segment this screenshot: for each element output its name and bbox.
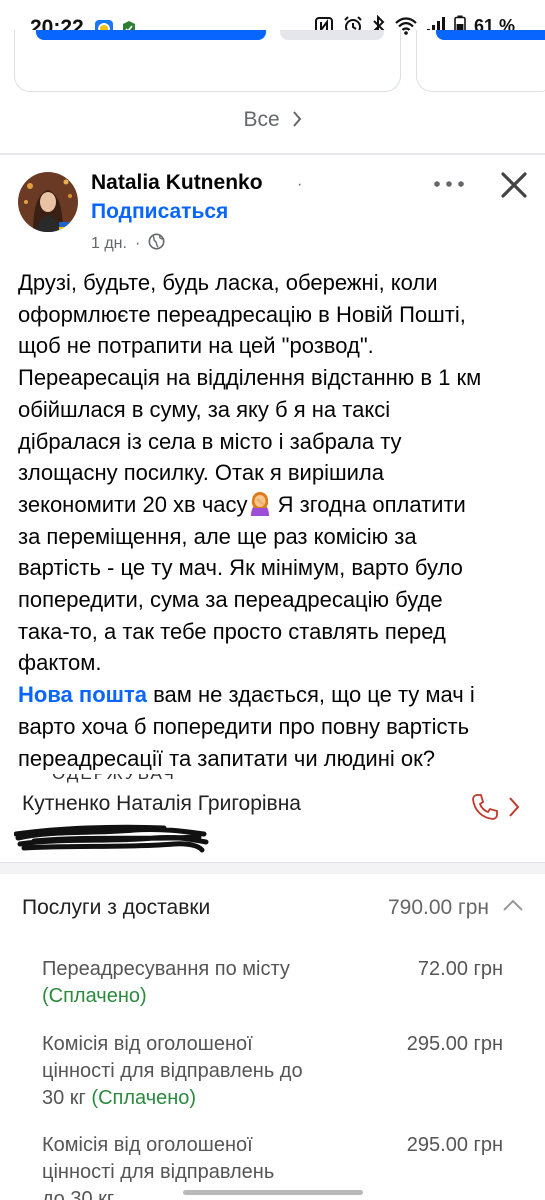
service-name: Переадресування по місту <box>42 958 290 980</box>
post-line: оформлюєте переадресацію в Новій Пошті, <box>18 301 466 327</box>
more-options-icon[interactable] <box>432 172 466 196</box>
post-line: попередити, сума за переадресацію буде <box>18 587 443 613</box>
service-price: 295.00 грн <box>406 1134 503 1156</box>
services-title: Послуги з доставки <box>22 896 211 919</box>
chevron-right-icon <box>292 110 302 134</box>
recipient-label: ОДЕРЖУВАЧ <box>52 770 176 783</box>
recipient-name: Кутненко Наталія Григорівна <box>22 792 301 815</box>
phone-icon <box>470 792 500 827</box>
post-line-part: Я згодна оплатити <box>271 491 466 517</box>
post-line: обійшлася в суму, за яку б я на таксі <box>18 396 391 422</box>
post-line-part: вам не здається, що це ту мач і <box>146 682 475 708</box>
post-time[interactable]: 1 дн. <box>91 235 127 253</box>
section-divider <box>0 862 545 874</box>
avatar[interactable] <box>18 172 78 232</box>
post-line: варто хоча б попередити про повну вартіс… <box>18 713 470 739</box>
next-card-primary-button[interactable] <box>436 30 545 40</box>
post-line: Друзі, будьте, будь ласка, обережні, кол… <box>18 270 438 295</box>
service-price: 295.00 грн <box>406 1033 503 1055</box>
service-name: цінності для відправлень до <box>42 1060 303 1082</box>
feed-divider <box>0 153 545 155</box>
see-all-label: Все <box>243 108 280 131</box>
post-line: фактом. <box>18 650 102 676</box>
service-name-line: 30 кг (Сплачено) <box>42 1085 372 1112</box>
mention-link[interactable]: Нова пошта <box>18 682 147 707</box>
post-line: за переміщення, але ще раз комісію за <box>18 523 417 549</box>
post-line: Нова пошта вам не здається, що це ту мач… <box>18 679 528 711</box>
redacted-phone-scribble <box>13 820 214 861</box>
home-indicator[interactable] <box>183 1190 363 1195</box>
post-meta: 1 дн. · <box>91 233 165 255</box>
post-text: Друзі, будьте, будь ласка, обережні, кол… <box>18 267 528 774</box>
post-line: злощасну посилку. Отак я вирішила <box>18 460 384 486</box>
chevron-up-icon[interactable] <box>502 898 524 917</box>
service-item: Комісія від оголошеної цінності для відп… <box>42 1031 372 1112</box>
attached-screenshot[interactable]: ОДЕРЖУВАЧ Кутненко Наталія Григорівна По… <box>0 770 545 1200</box>
post-author-name[interactable]: Natalia Kutnenko <box>91 171 263 195</box>
woman-facepalm-emoji-icon <box>248 490 272 516</box>
service-name: цінності для відправлень <box>42 1161 275 1183</box>
post-line: така-то, а так тебе просто ставлять пере… <box>18 618 446 644</box>
subscribe-button[interactable]: Подписаться <box>91 200 228 224</box>
post-line: дібралася із села в місто і забрала ту <box>18 428 402 454</box>
service-price: 72.00 грн <box>417 958 503 980</box>
service-name: 30 кг <box>42 1087 92 1109</box>
previous-card-primary-button[interactable] <box>36 30 266 40</box>
post-line: зекономити 20 хв часу Я згодна оплатити <box>18 489 528 521</box>
see-all-link[interactable]: Все <box>0 108 545 134</box>
service-name: Комісія від оголошеної <box>42 1134 253 1156</box>
author-separator: · <box>297 176 303 193</box>
post-line: вартість - це ту мач. Як мінімум, варто … <box>18 555 463 581</box>
previous-card-secondary-button[interactable] <box>280 30 384 40</box>
service-status: (Сплачено) <box>91 1087 197 1109</box>
globe-icon <box>148 233 165 255</box>
service-name: Комісія від оголошеної <box>42 1033 253 1055</box>
chevron-right-icon <box>508 796 520 823</box>
post-line: Переаресація на відділення відстанню в 1… <box>18 365 482 391</box>
post-line-part: зекономити 20 хв часу <box>18 491 248 517</box>
close-icon[interactable] <box>496 167 532 203</box>
meta-separator: · <box>134 235 141 252</box>
services-total: 790.00 грн <box>387 896 489 919</box>
service-item: Переадресування по місту (Сплачено) <box>42 956 372 1010</box>
service-status: (Сплачено) <box>42 985 147 1007</box>
post-line: щоб не потрапити на цей "розвод". <box>18 333 374 359</box>
